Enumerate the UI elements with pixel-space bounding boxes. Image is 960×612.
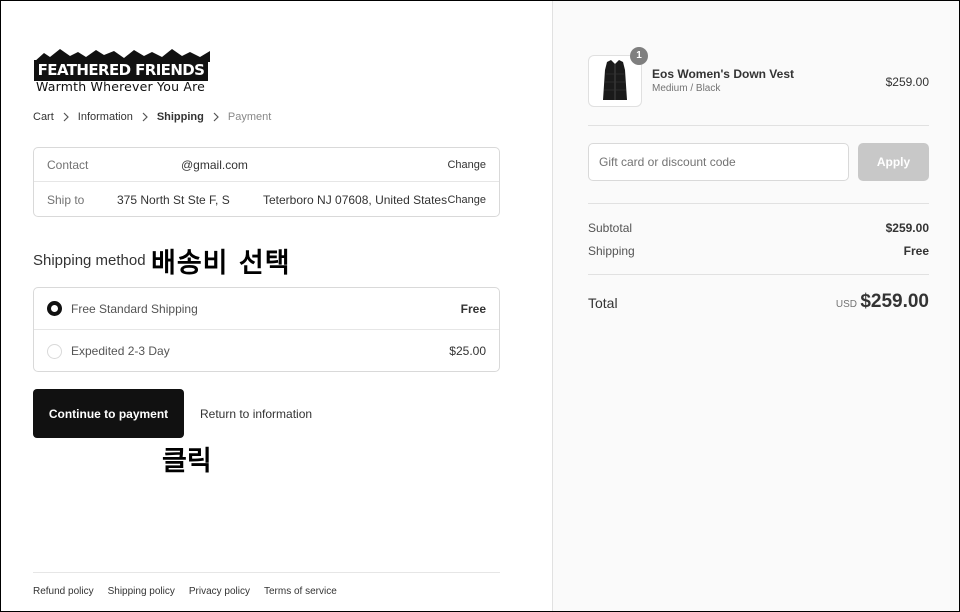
chevron-right-icon: [213, 112, 219, 122]
quantity-badge: 1: [630, 47, 648, 65]
shipping-label: Shipping: [588, 244, 635, 258]
footer-links: Refund policy Shipping policy Privacy po…: [33, 586, 337, 597]
breadcrumb-shipping: Shipping: [156, 111, 204, 123]
shipto-street: 375 North St Ste F, S: [117, 193, 230, 207]
option-name: Expedited 2-3 Day: [71, 344, 170, 358]
divider: [588, 125, 929, 126]
shipping-option-free[interactable]: Free Standard Shipping Free: [34, 288, 499, 330]
radio-unselected[interactable]: [47, 343, 62, 359]
total-label: Total: [588, 295, 618, 311]
shipping-option-expedited[interactable]: Expedited 2-3 Day $25.00: [34, 330, 499, 372]
option-price: $25.00: [449, 344, 486, 358]
product-price: $259.00: [885, 75, 929, 89]
total-value: $259.00: [860, 291, 929, 312]
shipping-method-title: Shipping method: [33, 252, 146, 269]
order-summary: 1 Eos Women's Down Vest Medium / Black $…: [553, 1, 959, 611]
shipto-row: Ship to 375 North St Ste F, S Teterboro …: [34, 183, 499, 217]
change-shipto-link[interactable]: Change: [447, 194, 486, 206]
return-to-information-link[interactable]: Return to information: [200, 407, 312, 421]
shipping-options: Free Standard Shipping Free Expedited 2-…: [33, 287, 500, 372]
option-name: Free Standard Shipping: [71, 301, 198, 316]
store-logo[interactable]: FEATHERED FRIENDS Warmth Wherever You Ar…: [34, 48, 210, 94]
logo-title: FEATHERED FRIENDS: [34, 60, 208, 81]
product-name: Eos Women's Down Vest: [652, 67, 794, 81]
breadcrumb-information[interactable]: Information: [78, 111, 133, 123]
subtotal-label: Subtotal: [588, 221, 633, 235]
discount-code-input[interactable]: [588, 143, 849, 181]
breadcrumb: Cart Information Shipping Payment: [33, 111, 271, 123]
review-block: Contact @gmail.com Change Ship to 375 No…: [33, 147, 500, 217]
checkout-main: FEATHERED FRIENDS Warmth Wherever You Ar…: [1, 1, 553, 611]
subtotal-value: $259.00: [885, 221, 929, 235]
annotation-select-shipping: 배송비 선택: [151, 248, 291, 279]
annotation-click: 클릭: [162, 446, 212, 477]
privacy-policy-link[interactable]: Privacy policy: [189, 586, 250, 597]
continue-to-payment-button[interactable]: Continue to payment: [33, 389, 184, 438]
logo-tagline: Warmth Wherever You Are: [36, 79, 206, 94]
product-variant: Medium / Black: [652, 83, 721, 94]
divider: [588, 274, 929, 275]
divider: [588, 203, 929, 204]
total-currency: USD: [835, 299, 857, 310]
change-contact-link[interactable]: Change: [447, 159, 486, 171]
shipto-city: Teterboro NJ 07608, United States: [263, 193, 448, 207]
footer-divider: [33, 572, 500, 573]
radio-selected[interactable]: [47, 301, 62, 316]
chevron-right-icon: [142, 112, 148, 122]
contact-label: Contact: [47, 157, 89, 172]
breadcrumb-payment: Payment: [227, 111, 272, 123]
checkout-window: FEATHERED FRIENDS Warmth Wherever You Ar…: [0, 0, 960, 612]
shipping-value: Free: [903, 244, 929, 258]
apply-discount-button[interactable]: Apply: [858, 143, 929, 181]
contact-row: Contact @gmail.com Change: [34, 148, 499, 182]
breadcrumb-cart[interactable]: Cart: [33, 111, 54, 123]
refund-policy-link[interactable]: Refund policy: [33, 586, 94, 597]
shipto-label: Ship to: [47, 193, 85, 207]
contact-value: @gmail.com: [181, 157, 248, 172]
chevron-right-icon: [63, 112, 69, 122]
option-price: Free: [460, 301, 486, 316]
terms-of-service-link[interactable]: Terms of service: [264, 586, 337, 597]
shipping-policy-link[interactable]: Shipping policy: [108, 586, 175, 597]
